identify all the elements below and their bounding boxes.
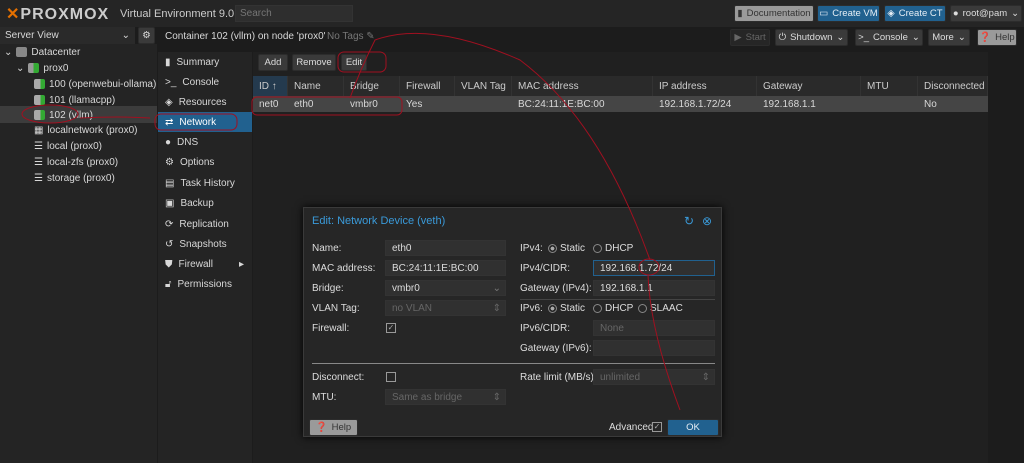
annotation-arrow — [349, 32, 651, 261]
annotation-circle-ip — [638, 258, 660, 276]
red-annotation-overlay — [21, 32, 681, 411]
annotation-arrow — [647, 274, 681, 411]
annotation-circle-row — [251, 96, 403, 116]
annotation-circle-ct — [21, 104, 79, 124]
annotation-arrow — [79, 116, 151, 119]
annotation-circle-network — [154, 113, 238, 131]
